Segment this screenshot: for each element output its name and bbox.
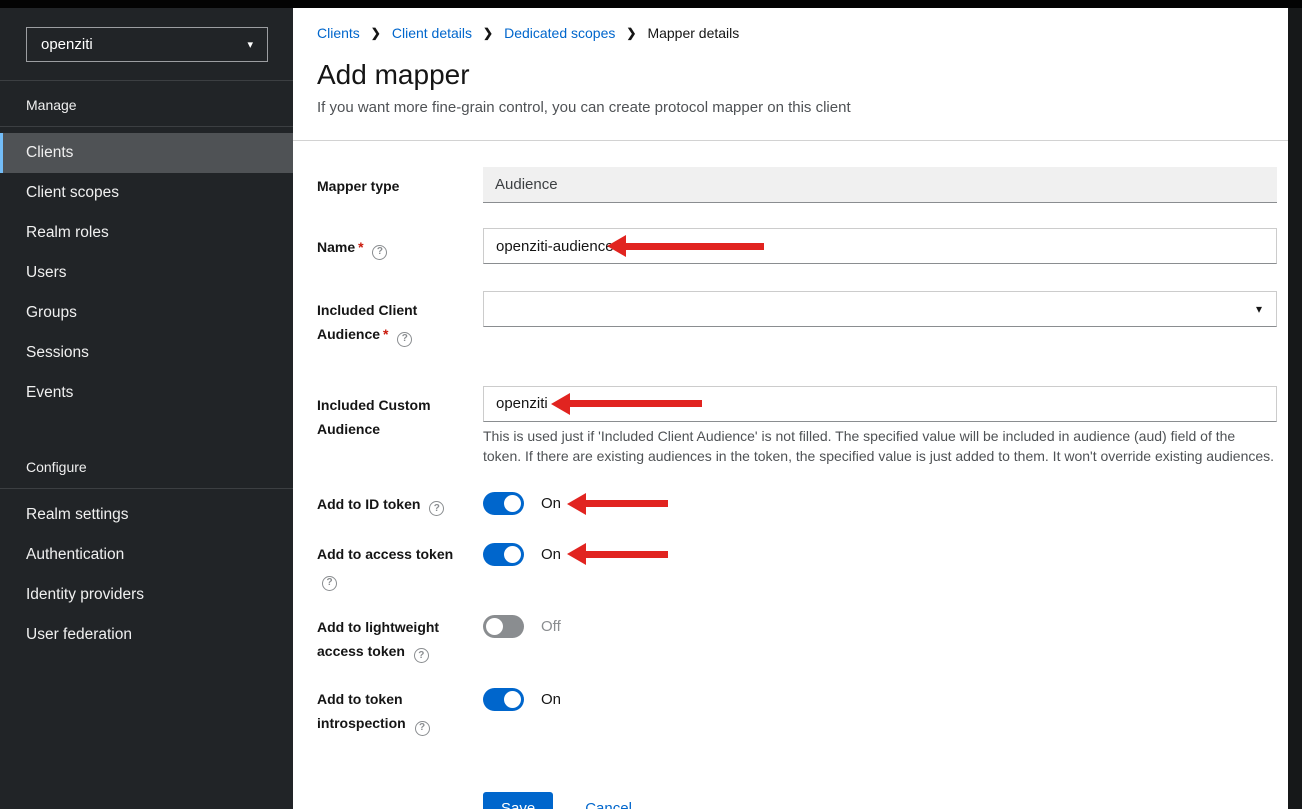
name-label: Name* ? <box>317 228 483 260</box>
form-row-mapper-type: Mapper type Audience <box>317 167 1277 203</box>
included-custom-audience-helper-text: This is used just if 'Included Client Au… <box>483 426 1277 466</box>
realm-name: openziti <box>41 36 93 53</box>
help-icon[interactable]: ? <box>372 245 387 260</box>
name-input[interactable] <box>483 228 1277 264</box>
add-to-lightweight-access-token-toggle[interactable] <box>483 615 524 638</box>
sidebar-item-events[interactable]: Events <box>0 373 293 413</box>
realm-selector-area: openziti ▾ <box>0 8 293 81</box>
toggle-state-label: Off <box>541 618 561 635</box>
sidebar-item-authentication[interactable]: Authentication <box>0 535 293 575</box>
window-edge-strip <box>1288 0 1302 809</box>
form-row-add-to-access-token: Add to access token ? On <box>317 542 1277 591</box>
required-asterisk: * <box>358 239 363 255</box>
chevron-down-icon: ▾ <box>247 38 253 51</box>
sidebar-section-manage: Manage <box>0 81 293 127</box>
chevron-down-icon: ▾ <box>1256 302 1262 316</box>
breadcrumb: Clients ❯ Client details ❯ Dedicated sco… <box>317 25 1264 41</box>
sidebar-item-users[interactable]: Users <box>0 253 293 293</box>
page-title: Add mapper <box>317 58 1264 92</box>
chevron-right-icon: ❯ <box>371 26 381 40</box>
sidebar-item-realm-settings[interactable]: Realm settings <box>0 495 293 535</box>
breadcrumb-client-details[interactable]: Client details <box>392 25 472 41</box>
sidebar-item-clients[interactable]: Clients <box>0 133 293 173</box>
sidebar-item-identity-providers[interactable]: Identity providers <box>0 575 293 615</box>
keycloak-admin-console: openziti ▾ Manage Clients Client scopes … <box>0 0 1302 809</box>
breadcrumb-mapper-details: Mapper details <box>647 25 739 41</box>
sidebar-item-groups[interactable]: Groups <box>0 293 293 333</box>
annotation-arrow-id-token <box>567 493 668 515</box>
save-button[interactable]: Save <box>483 792 553 809</box>
form-actions: Save Cancel <box>483 792 1277 809</box>
help-icon[interactable]: ? <box>429 501 444 516</box>
main-content: Clients ❯ Client details ❯ Dedicated sco… <box>293 8 1288 809</box>
form-row-included-custom-audience: Included Custom Audience This is used ju… <box>317 386 1277 466</box>
help-icon[interactable]: ? <box>397 332 412 347</box>
included-custom-audience-label: Included Custom Audience <box>317 386 483 441</box>
add-to-token-introspection-label: Add to token introspection ? <box>317 687 483 736</box>
included-client-audience-label: Included Client Audience* ? <box>317 291 483 347</box>
form-row-add-to-id-token: Add to ID token ? On <box>317 492 1277 517</box>
form-row-included-client-audience: Included Client Audience* ? ▾ <box>317 291 1277 347</box>
add-to-lightweight-access-token-label: Add to lightweight access token ? <box>317 615 483 664</box>
help-icon[interactable]: ? <box>322 576 337 591</box>
manage-nav-list: Clients Client scopes Realm roles Users … <box>0 127 293 413</box>
form-row-add-to-token-introspection: Add to token introspection ? On <box>317 687 1277 736</box>
add-to-id-token-toggle[interactable] <box>483 492 524 515</box>
toggle-state-label: On <box>541 546 561 563</box>
add-to-access-token-label: Add to access token ? <box>317 542 483 591</box>
annotation-arrow-access-token <box>567 543 668 565</box>
form-row-add-to-lightweight-access-token: Add to lightweight access token ? Off <box>317 615 1277 664</box>
mapper-type-label: Mapper type <box>317 167 483 198</box>
page-subtitle: If you want more fine-grain control, you… <box>317 98 1264 118</box>
realm-selector-dropdown[interactable]: openziti ▾ <box>26 27 268 62</box>
breadcrumb-dedicated-scopes[interactable]: Dedicated scopes <box>504 25 615 41</box>
included-client-audience-select[interactable]: ▾ <box>483 291 1277 327</box>
sidebar: openziti ▾ Manage Clients Client scopes … <box>0 8 293 809</box>
add-to-access-token-toggle[interactable] <box>483 543 524 566</box>
add-to-token-introspection-toggle[interactable] <box>483 688 524 711</box>
sidebar-item-user-federation[interactable]: User federation <box>0 615 293 655</box>
chevron-right-icon: ❯ <box>483 26 493 40</box>
sidebar-section-configure: Configure <box>0 443 293 489</box>
included-custom-audience-input[interactable] <box>483 386 1277 422</box>
required-asterisk: * <box>383 326 388 342</box>
masthead-strip <box>0 0 1302 8</box>
mapper-type-field: Audience <box>483 167 1277 203</box>
breadcrumb-clients[interactable]: Clients <box>317 25 360 41</box>
cancel-button[interactable]: Cancel <box>585 800 632 809</box>
toggle-state-label: On <box>541 691 561 708</box>
page-header: Clients ❯ Client details ❯ Dedicated sco… <box>293 8 1288 141</box>
chevron-right-icon: ❯ <box>626 26 636 40</box>
add-mapper-form: Mapper type Audience Name* ? <box>293 141 1288 809</box>
help-icon[interactable]: ? <box>414 648 429 663</box>
sidebar-item-sessions[interactable]: Sessions <box>0 333 293 373</box>
add-to-id-token-label: Add to ID token ? <box>317 492 483 517</box>
toggle-state-label: On <box>541 495 561 512</box>
sidebar-item-client-scopes[interactable]: Client scopes <box>0 173 293 213</box>
sidebar-item-realm-roles[interactable]: Realm roles <box>0 213 293 253</box>
form-row-name: Name* ? <box>317 228 1277 264</box>
help-icon[interactable]: ? <box>415 721 430 736</box>
configure-nav-list: Realm settings Authentication Identity p… <box>0 489 293 655</box>
